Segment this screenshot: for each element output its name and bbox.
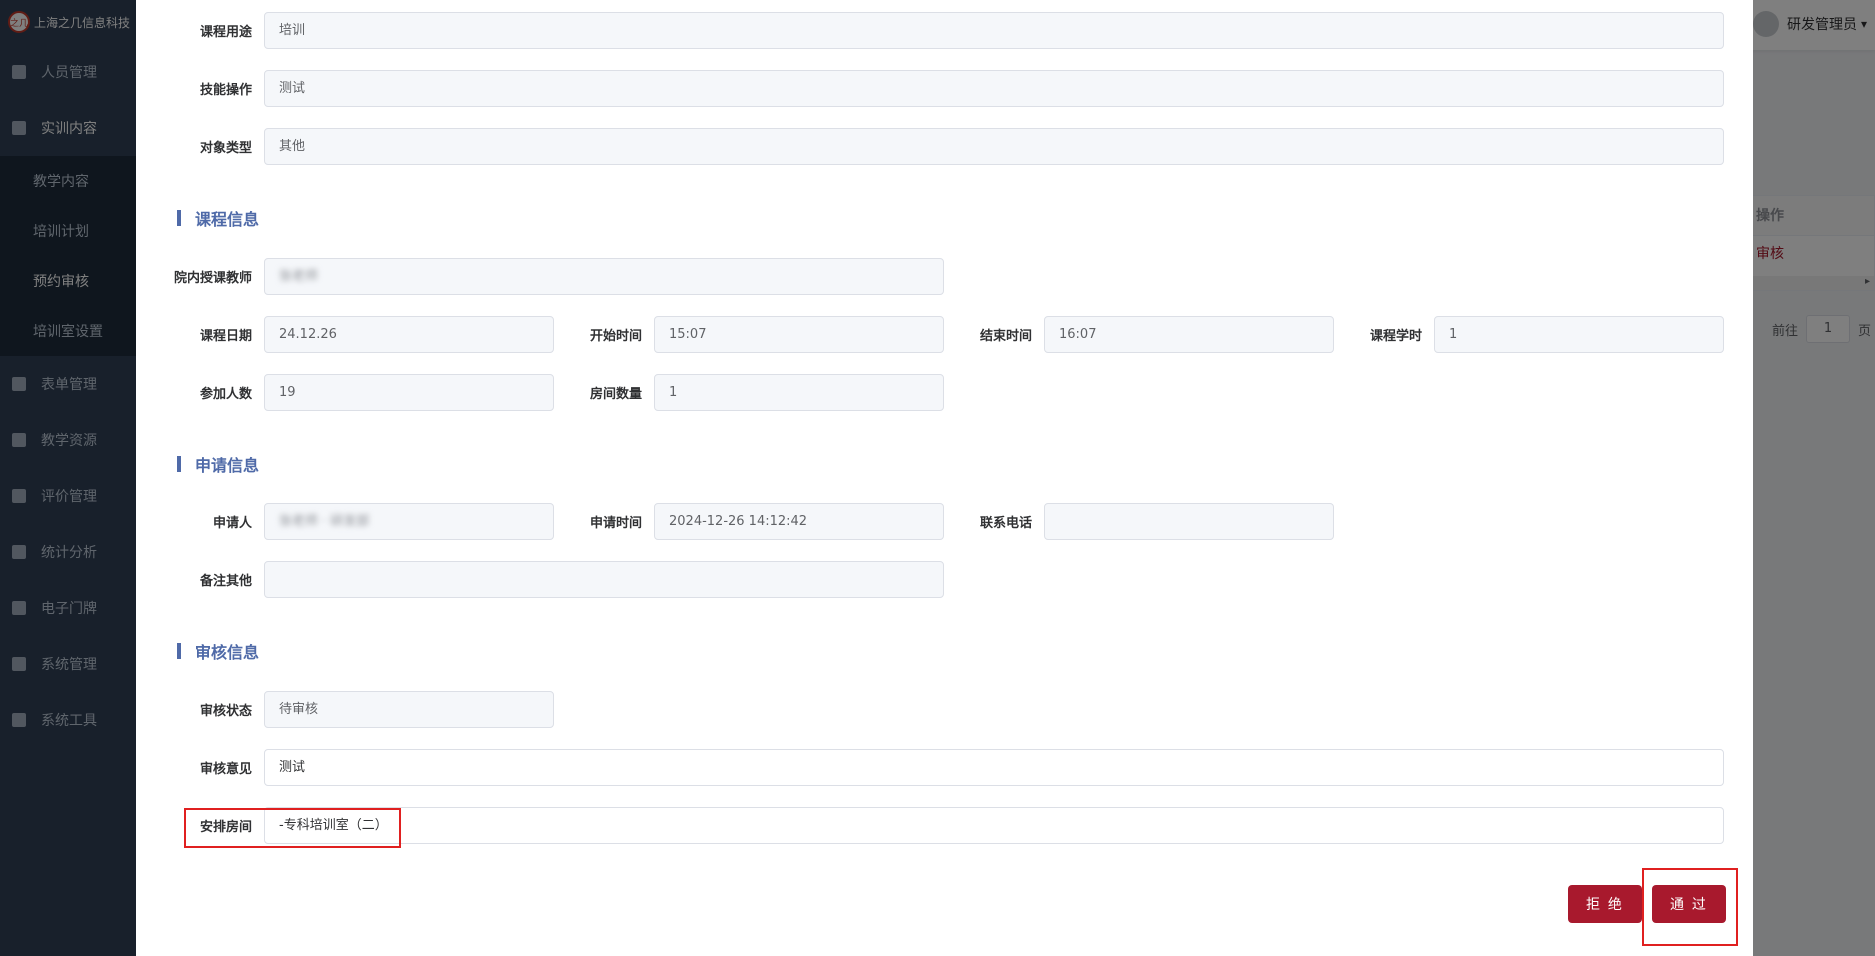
form-item-applicant: 申请人 张老师 · 研发部: [136, 503, 554, 540]
applicant-field: 张老师 · 研发部: [264, 503, 554, 540]
course-hours-label: 课程学时: [1369, 329, 1422, 344]
form-item-apply-time: 申请时间 2024-12-26 14:12:42: [554, 503, 944, 540]
section-title-text: 申请信息: [195, 456, 260, 475]
section-bar: [177, 456, 181, 472]
review-opinion-input[interactable]: 测试: [264, 749, 1724, 786]
start-time-field: 15:07: [654, 316, 944, 353]
form-item-phone: 联系电话: [944, 503, 1334, 540]
form-item-teacher: 院内授课教师 张老师: [136, 258, 944, 295]
skill-op-label: 技能操作: [199, 83, 252, 98]
phone-label: 联系电话: [979, 516, 1032, 531]
phone-field: [1044, 503, 1334, 540]
remarks-field: [264, 561, 944, 598]
form-item-end-time: 结束时间 16:07: [944, 316, 1334, 353]
participants-label: 参加人数: [199, 387, 252, 402]
course-hours-field: 1: [1434, 316, 1724, 353]
apply-time-label: 申请时间: [589, 516, 642, 531]
form-item-review-opinion: 审核意见 测试: [136, 749, 1724, 786]
form-item-room-count: 房间数量 1: [554, 374, 944, 411]
review-status-field: 待审核: [264, 691, 554, 728]
apply-time-field: 2024-12-26 14:12:42: [654, 503, 944, 540]
course-use-label: 课程用途: [199, 25, 252, 40]
section-course-info: 课程信息: [177, 208, 260, 229]
applicant-label: 申请人: [212, 516, 252, 531]
form-item-course-hours: 课程学时 1: [1334, 316, 1724, 353]
highlight-box-room: [184, 808, 401, 848]
form-item-object-type: 对象类型 其他: [136, 128, 1724, 165]
teacher-value: 张老师: [279, 269, 319, 284]
course-date-field: 24.12.26: [264, 316, 554, 353]
section-apply-info: 申请信息: [177, 454, 260, 475]
form-item-skill-op: 技能操作 测试: [136, 70, 1724, 107]
arrange-room-select[interactable]: -专科培训室（二）: [264, 807, 1724, 844]
review-dialog: 课程用途 培训 技能操作 测试 对象类型 其他 课程信息 院内授课教师 张老师 …: [136, 0, 1753, 956]
participants-field: 19: [264, 374, 554, 411]
review-status-label: 审核状态: [199, 704, 252, 719]
reject-button[interactable]: 拒 绝: [1568, 885, 1642, 923]
end-time-field: 16:07: [1044, 316, 1334, 353]
form-item-start-time: 开始时间 15:07: [554, 316, 944, 353]
teacher-label: 院内授课教师: [173, 271, 252, 286]
section-title-text: 课程信息: [195, 210, 260, 229]
object-type-field: 其他: [264, 128, 1724, 165]
object-type-label: 对象类型: [199, 141, 252, 156]
section-title-text: 审核信息: [195, 643, 260, 662]
course-use-field: 培训: [264, 12, 1724, 49]
room-count-field: 1: [654, 374, 944, 411]
highlight-box-approve: [1642, 868, 1738, 946]
start-time-label: 开始时间: [589, 329, 642, 344]
form-item-course-use: 课程用途 培训: [136, 12, 1724, 49]
form-item-course-date: 课程日期 24.12.26: [136, 316, 554, 353]
form-item-remarks: 备注其他: [136, 561, 944, 598]
remarks-label: 备注其他: [199, 574, 252, 589]
section-review-info: 审核信息: [177, 641, 260, 662]
applicant-value: 张老师 · 研发部: [279, 514, 370, 529]
room-count-label: 房间数量: [589, 387, 642, 402]
section-bar: [177, 210, 181, 226]
form-item-participants: 参加人数 19: [136, 374, 554, 411]
form-item-review-status: 审核状态 待审核: [136, 691, 554, 728]
course-date-label: 课程日期: [199, 329, 252, 344]
review-opinion-label: 审核意见: [199, 762, 252, 777]
teacher-field: 张老师: [264, 258, 944, 295]
section-bar: [177, 643, 181, 659]
skill-op-field: 测试: [264, 70, 1724, 107]
end-time-label: 结束时间: [979, 329, 1032, 344]
